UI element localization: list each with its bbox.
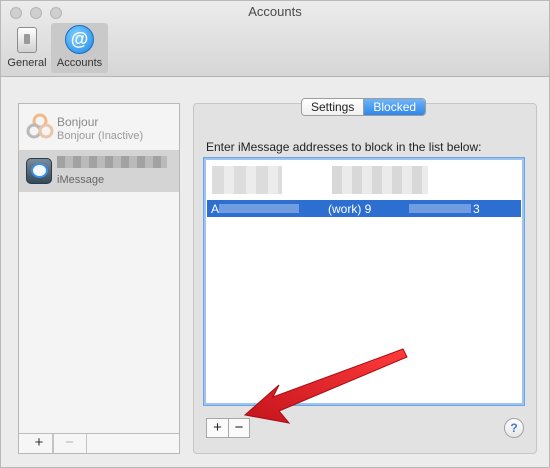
blocked-list-row-selected[interactable]: A (work) 9 3 — [207, 200, 521, 217]
tab-control: Settings Blocked — [301, 98, 427, 116]
blocked-phone-end: 3 — [473, 202, 480, 216]
account-row-imessage[interactable]: iMessage — [19, 150, 179, 192]
accounts-list[interactable]: Bonjour Bonjour (Inactive) iMessage + − — [18, 103, 180, 454]
tab-blocked[interactable]: Blocked — [364, 99, 426, 115]
toolbar-accounts-button[interactable]: @ Accounts — [51, 23, 108, 73]
add-account-button[interactable]: + — [26, 434, 53, 453]
title-bar: Accounts General @ Accounts — [1, 1, 549, 77]
blocked-phone: (work) 9 — [328, 202, 372, 216]
toolbar-accounts-label: Accounts — [56, 57, 103, 69]
remove-account-button[interactable]: − — [53, 434, 87, 453]
toolbar-general-label: General — [7, 57, 47, 69]
account-row-bonjour[interactable]: Bonjour Bonjour (Inactive) — [19, 107, 179, 149]
help-button[interactable]: ? — [504, 418, 524, 438]
redacted-list-row[interactable] — [212, 166, 512, 194]
account-status: Bonjour (Inactive) — [57, 130, 144, 142]
account-name: Bonjour — [57, 115, 99, 129]
redacted-account-name — [57, 156, 167, 168]
add-blocked-button[interactable]: + — [207, 419, 228, 437]
window-title: Accounts — [248, 4, 302, 19]
toolbar-general-button[interactable]: General — [4, 23, 50, 73]
blocked-name: A — [211, 202, 220, 216]
preferences-window: Accounts General @ Accounts Bonjour Bonj… — [0, 0, 550, 468]
imessage-icon — [26, 158, 52, 184]
bonjour-icon — [26, 113, 54, 139]
annotation-arrow-icon — [243, 348, 408, 424]
accounts-list-footer: + − — [19, 433, 179, 453]
tab-settings[interactable]: Settings — [302, 99, 365, 115]
redacted-name — [219, 204, 299, 213]
switch-icon — [17, 27, 37, 53]
at-sign-icon: @ — [65, 25, 94, 54]
redacted-phone — [409, 204, 471, 213]
block-instruction: Enter iMessage addresses to block in the… — [206, 140, 482, 154]
account-status: iMessage — [57, 174, 105, 186]
